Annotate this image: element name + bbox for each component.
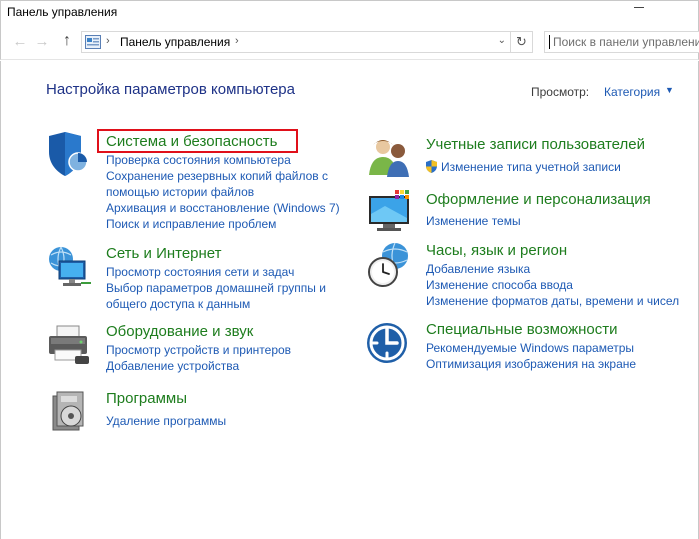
category-title[interactable]: Сеть и Интернет [106,245,222,262]
text-cursor [549,35,550,49]
link-network-status[interactable]: Просмотр состояния сети и задач [106,264,346,280]
printer-icon [49,325,89,364]
link-change-input-method[interactable]: Изменение способа ввода [426,277,699,293]
back-arrow-icon[interactable]: ← [11,32,29,50]
link-backup-restore[interactable]: Архивация и восстановление (Windows 7) [106,200,346,216]
link-recommended-settings[interactable]: Рекомендуемые Windows параметры [426,340,686,356]
category-title[interactable]: Специальные возможности [426,321,618,338]
link-change-account-type[interactable]: Изменение типа учетной записи [426,159,686,175]
shield-icon [49,132,88,176]
accessibility-icon [367,323,407,363]
dropdown-caret-icon[interactable]: ▼ [665,85,674,95]
breadcrumb-chevron-icon[interactable]: › [106,35,110,47]
link-change-theme[interactable]: Изменение темы [426,213,686,229]
view-by-dropdown[interactable]: Категория [604,85,660,99]
control-panel-icon [85,35,101,49]
link-change-formats[interactable]: Изменение форматов даты, времени и чисел [426,293,699,309]
link-homegroup[interactable]: Выбор параметров домашней группы и общег… [106,280,346,312]
search-box[interactable] [544,31,699,53]
network-globe-icon [49,246,91,286]
users-icon [369,140,409,177]
highlight-box [97,129,298,153]
clock-globe-icon [368,242,408,287]
window-title: Панель управления [7,5,118,19]
display-personalization-icon [369,190,409,231]
title-bar: Панель управления [0,0,699,24]
link-add-device[interactable]: Добавление устройства [106,358,346,374]
address-bar[interactable]: › Панель управления › ⌄ [81,31,511,53]
link-check-status[interactable]: Проверка состояния компьютера [106,152,346,168]
link-optimize-display[interactable]: Оптимизация изображения на экране [426,356,686,372]
category-title[interactable]: Оборудование и звук [106,323,253,340]
link-change-account-type-label[interactable]: Изменение типа учетной записи [441,160,621,174]
category-title[interactable]: Оформление и персонализация [426,191,651,208]
uac-shield-icon [426,160,437,173]
breadcrumb-control-panel[interactable]: Панель управления [120,35,230,49]
refresh-button[interactable]: ↻ [511,31,533,53]
link-troubleshoot[interactable]: Поиск и исправление проблем [106,216,346,232]
category-title[interactable]: Учетные записи пользователей [426,136,645,153]
minimize-button[interactable] [632,7,646,17]
link-devices-printers[interactable]: Просмотр устройств и принтеров [106,342,346,358]
navigation-bar: ← → ↑ › Панель управления › ⌄ ↻ [0,24,699,60]
search-input[interactable] [553,33,699,51]
address-dropdown-icon[interactable]: ⌄ [498,35,506,46]
breadcrumb-chevron-icon[interactable]: › [235,35,239,47]
link-file-history[interactable]: Сохранение резервных копий файлов с помо… [106,168,346,200]
page-title: Настройка параметров компьютера [46,81,295,98]
link-uninstall-program[interactable]: Удаление программы [106,413,346,429]
view-by-label: Просмотр: [531,85,590,99]
category-title[interactable]: Часы, язык и регион [426,242,567,259]
category-title[interactable]: Программы [106,390,187,407]
up-arrow-icon[interactable]: ↑ [58,32,76,50]
programs-icon [52,391,84,431]
forward-arrow-icon[interactable]: → [33,32,51,50]
link-add-language[interactable]: Добавление языка [426,261,699,277]
